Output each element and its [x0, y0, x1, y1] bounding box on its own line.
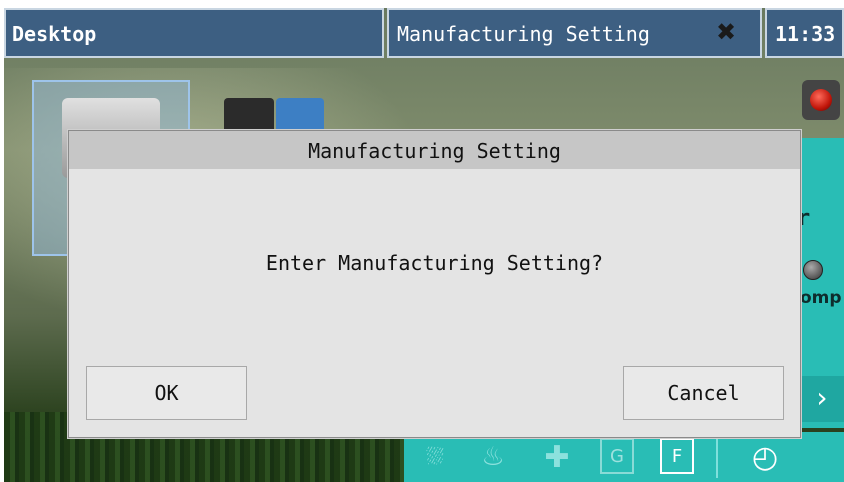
dialog-message: Enter Manufacturing Setting?: [265, 251, 604, 275]
ok-button[interactable]: OK: [86, 366, 247, 420]
taskbar-desktop-label: Desktop: [12, 22, 97, 46]
taskbar-desktop-button[interactable]: Desktop: [4, 8, 384, 58]
f-button[interactable]: F: [660, 438, 694, 474]
taskbar-clock: 11:33: [765, 8, 844, 58]
red-light-icon: [810, 89, 832, 111]
screen: Desktop Manufacturing Setting ✖ 11:33 r …: [4, 8, 844, 482]
dialog-header: Manufacturing Setting: [69, 131, 800, 169]
confirm-dialog: Manufacturing Setting Enter Manufacturin…: [68, 130, 801, 438]
cancel-button[interactable]: Cancel: [623, 366, 784, 420]
dialog-title: Manufacturing Setting: [308, 139, 561, 163]
taskbar-window-title: Manufacturing Setting: [397, 22, 650, 46]
toolbar-divider: [716, 436, 718, 478]
plus-icon[interactable]: ✚: [538, 438, 576, 476]
alarm-button[interactable]: [802, 80, 840, 120]
clock-icon[interactable]: ◴: [746, 438, 784, 476]
g-button[interactable]: G: [600, 438, 634, 474]
sprinkler-icon[interactable]: ⛆: [416, 438, 454, 476]
close-icon[interactable]: ✖: [716, 18, 736, 46]
heater-icon[interactable]: ♨: [474, 438, 512, 476]
taskbar-window-tab[interactable]: Manufacturing Setting ✖: [387, 8, 762, 58]
next-arrow-button[interactable]: ›: [800, 376, 844, 422]
taskbar: Desktop Manufacturing Setting ✖ 11:33: [4, 8, 844, 58]
clock-time: 11:33: [775, 22, 836, 46]
bottom-toolbar: ⛆ ♨ ✚ G F ◴: [404, 432, 844, 482]
status-indicator-icon: [803, 260, 823, 280]
side-panel-label: omp: [800, 288, 842, 308]
